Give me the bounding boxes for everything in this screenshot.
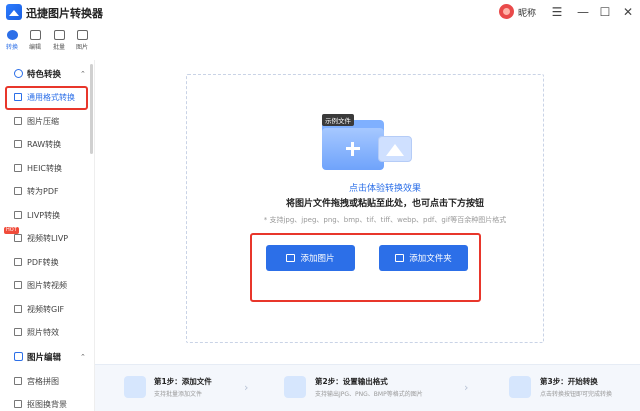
- chevron-right-icon: ›: [464, 381, 469, 394]
- sidebar-scrollbar[interactable]: [90, 64, 93, 154]
- sample-try-link[interactable]: 点击体验转换效果: [0, 181, 640, 194]
- add-image-button[interactable]: 添加图片: [266, 245, 355, 271]
- sidebar-item-photo-effects[interactable]: 照片特效: [14, 325, 86, 340]
- section-label: 图片编辑: [27, 353, 62, 363]
- sidebar-item-label: HEIC转换: [27, 164, 63, 173]
- section-label: 特色转换: [27, 70, 62, 80]
- button-label: 添加文件夹: [409, 254, 452, 264]
- sidebar-item-label: RAW转换: [27, 140, 62, 149]
- chevron-up-icon[interactable]: ⌃: [80, 70, 86, 78]
- add-icon: [322, 128, 384, 170]
- title-bar: 迅捷图片转换器 昵称 ☰ — ☐ ✕: [0, 0, 640, 24]
- sidebar-item-video-to-livp[interactable]: 视频转LIVP: [14, 231, 86, 246]
- chevron-right-icon: ›: [244, 381, 249, 394]
- step-title: 第2步：设置输出格式: [315, 377, 388, 386]
- video-icon: [14, 234, 22, 242]
- function-tabs: 转换 编辑 批量 图片: [0, 27, 95, 57]
- edit-section-icon: [14, 352, 23, 361]
- sidebar-item-label: 视频转GIF: [27, 305, 65, 314]
- menu-icon[interactable]: ☰: [548, 3, 566, 21]
- sidebar-item-image-to-video[interactable]: 图片转视频: [14, 278, 86, 293]
- cutout-icon: [14, 400, 22, 408]
- sidebar-item-label: 图片压缩: [27, 117, 59, 126]
- picture-icon: [378, 136, 412, 162]
- add-folder-button[interactable]: 添加文件夹: [379, 245, 468, 271]
- section-special-convert[interactable]: 特色转换: [14, 68, 61, 80]
- step-title: 第1步：添加文件: [154, 377, 212, 386]
- heic-icon: [14, 164, 22, 172]
- step-desc: 点击转换按钮即可完成转换: [540, 391, 613, 398]
- image-icon: [76, 30, 88, 40]
- compress-icon: [14, 117, 22, 125]
- step-desc: 支持批量添加文件: [154, 391, 203, 398]
- maximize-button[interactable]: ☐: [596, 3, 614, 21]
- sidebar-item-label: 视频转LIVP: [27, 234, 69, 243]
- add-file-step-icon: [124, 376, 146, 398]
- sidebar-item-label: 宫格拼图: [27, 377, 59, 386]
- sidebar-item-label: PDF转换: [27, 258, 59, 267]
- button-label: 添加图片: [300, 254, 335, 264]
- gif-icon: [14, 305, 22, 313]
- app-title: 迅捷图片转换器: [26, 7, 103, 20]
- settings-step-icon: [284, 376, 306, 398]
- tab-image[interactable]: 图片: [71, 27, 93, 57]
- picture-icon: [286, 254, 296, 262]
- user-avatar[interactable]: [499, 4, 514, 19]
- folder-plus-icon: [395, 254, 405, 262]
- sidebar-item-label: 通用格式转换: [27, 93, 75, 102]
- edit-icon: [29, 30, 41, 40]
- tab-label: 转换: [5, 44, 18, 51]
- minimize-button[interactable]: —: [574, 3, 592, 21]
- tab-convert[interactable]: 转换: [1, 27, 23, 57]
- sidebar-item-label: 照片特效: [27, 328, 59, 337]
- sidebar-item-raw[interactable]: RAW转换: [14, 137, 86, 152]
- steps-guide: 第1步：添加文件 支持批量添加文件 › 第2步：设置输出格式 支持输出JPG、P…: [95, 364, 640, 411]
- sidebar-item-video-to-gif[interactable]: 视频转GIF: [14, 302, 86, 317]
- section-image-edit[interactable]: 图片编辑: [14, 351, 61, 363]
- tab-label: 编辑: [28, 44, 41, 51]
- sidebar-item-heic[interactable]: HEIC转换: [14, 161, 86, 176]
- chevron-up-icon[interactable]: ⌃: [80, 353, 86, 361]
- convert-section-icon: [14, 69, 23, 78]
- tab-batch[interactable]: 批量: [48, 27, 70, 57]
- sample-file-tag: 示例文件: [322, 114, 354, 126]
- user-name[interactable]: 昵称: [518, 6, 536, 19]
- step-desc: 支持输出JPG、PNG、BMP等格式的图片: [315, 391, 423, 398]
- sidebar-item-general-convert[interactable]: 通用格式转换: [14, 90, 86, 105]
- sidebar: 特色转换 ⌃ 通用格式转换 图片压缩 RAW转换 HEIC转换 转为PDF LI…: [0, 60, 95, 411]
- batch-icon: [53, 30, 65, 40]
- sidebar-item-grid-collage[interactable]: 宫格拼图: [14, 374, 86, 389]
- app-logo-icon: [6, 4, 22, 20]
- raw-icon: [14, 140, 22, 148]
- tab-edit[interactable]: 编辑: [24, 27, 46, 57]
- image-video-icon: [14, 281, 22, 289]
- pdf-icon: [14, 258, 22, 266]
- effects-icon: [14, 328, 22, 336]
- sidebar-item-pdf-convert[interactable]: PDF转换: [14, 255, 86, 270]
- step-title: 第3步：开始转换: [540, 377, 598, 386]
- sidebar-item-cutout[interactable]: 抠图换背景: [14, 397, 86, 411]
- convert-icon: [6, 30, 18, 40]
- tab-label: 批量: [52, 44, 65, 51]
- sidebar-item-label: 抠图换背景: [27, 400, 67, 409]
- drop-hint-text: 将图片文件拖拽或粘贴至此处，也可点击下方按钮: [285, 199, 484, 209]
- close-button[interactable]: ✕: [619, 3, 637, 21]
- supported-formats-text: * 支持jpg、jpeg、png、bmp、tif、tiff、webp、pdf、g…: [263, 216, 507, 224]
- sidebar-item-label: 图片转视频: [27, 281, 67, 290]
- tab-label: 图片: [75, 44, 88, 51]
- convert-icon: [14, 93, 22, 101]
- grid-icon: [14, 377, 22, 385]
- convert-step-icon: [509, 376, 531, 398]
- sidebar-item-compress[interactable]: 图片压缩: [14, 114, 86, 129]
